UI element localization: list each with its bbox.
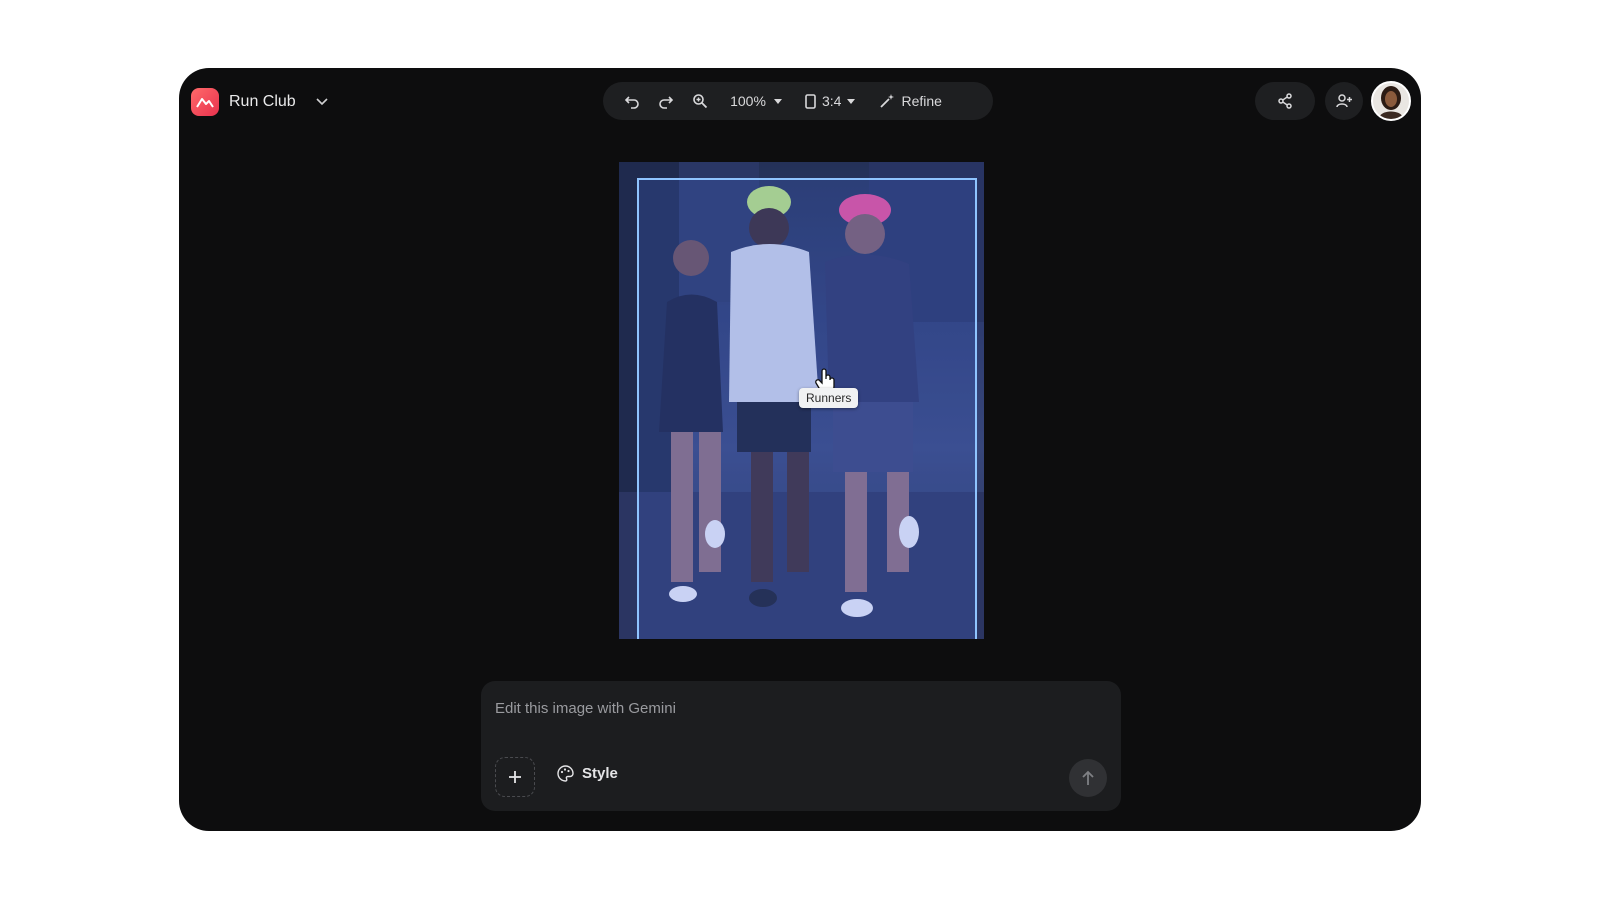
share-button[interactable]	[1255, 82, 1315, 120]
prompt-box: Style	[481, 681, 1121, 811]
style-button[interactable]: Style	[557, 765, 618, 782]
palette-icon	[557, 765, 574, 782]
redo-button[interactable]	[649, 86, 683, 116]
project-title: Run Club	[229, 93, 296, 110]
redo-icon	[659, 96, 674, 109]
app-window: Run Club 100% 3:4 Refine Runners Edit th…	[179, 68, 1421, 831]
zoom-level-select[interactable]: 100%	[723, 86, 789, 116]
aspect-ratio-select[interactable]: 3:4	[805, 86, 856, 116]
zoom-in-button[interactable]	[683, 86, 717, 116]
refine-button[interactable]: Refine	[879, 86, 942, 116]
arrow-up-icon	[1082, 770, 1094, 785]
magic-wand-icon	[880, 94, 895, 108]
edited-image[interactable]: Runners	[619, 162, 984, 639]
object-label-tooltip: Runners	[799, 388, 859, 408]
add-person-button[interactable]	[1325, 82, 1363, 120]
mountain-logo-icon	[191, 88, 219, 116]
selection-overlay[interactable]	[637, 178, 977, 639]
zoom-level-value: 100%	[730, 93, 766, 109]
refine-label: Refine	[901, 93, 942, 109]
style-label: Style	[582, 765, 618, 782]
chevron-down-icon[interactable]	[316, 98, 328, 106]
zoom-in-icon	[693, 94, 708, 109]
undo-button[interactable]	[615, 86, 649, 116]
share-icon	[1278, 93, 1292, 109]
avatar[interactable]	[1371, 81, 1411, 121]
image-toolbar: 100% 3:4 Refine	[603, 82, 993, 120]
aspect-ratio-value: 3:4	[822, 93, 842, 109]
edit-prompt-input[interactable]	[495, 693, 1095, 723]
add-person-icon	[1335, 94, 1352, 108]
plus-icon	[509, 771, 521, 783]
send-button[interactable]	[1069, 759, 1107, 797]
portrait-frame-icon	[805, 93, 816, 109]
undo-icon	[624, 96, 639, 109]
project-menu[interactable]: Run Club	[191, 86, 328, 118]
add-attachment-button[interactable]	[495, 757, 535, 797]
caret-down-icon	[773, 98, 782, 104]
caret-down-icon	[847, 98, 856, 104]
